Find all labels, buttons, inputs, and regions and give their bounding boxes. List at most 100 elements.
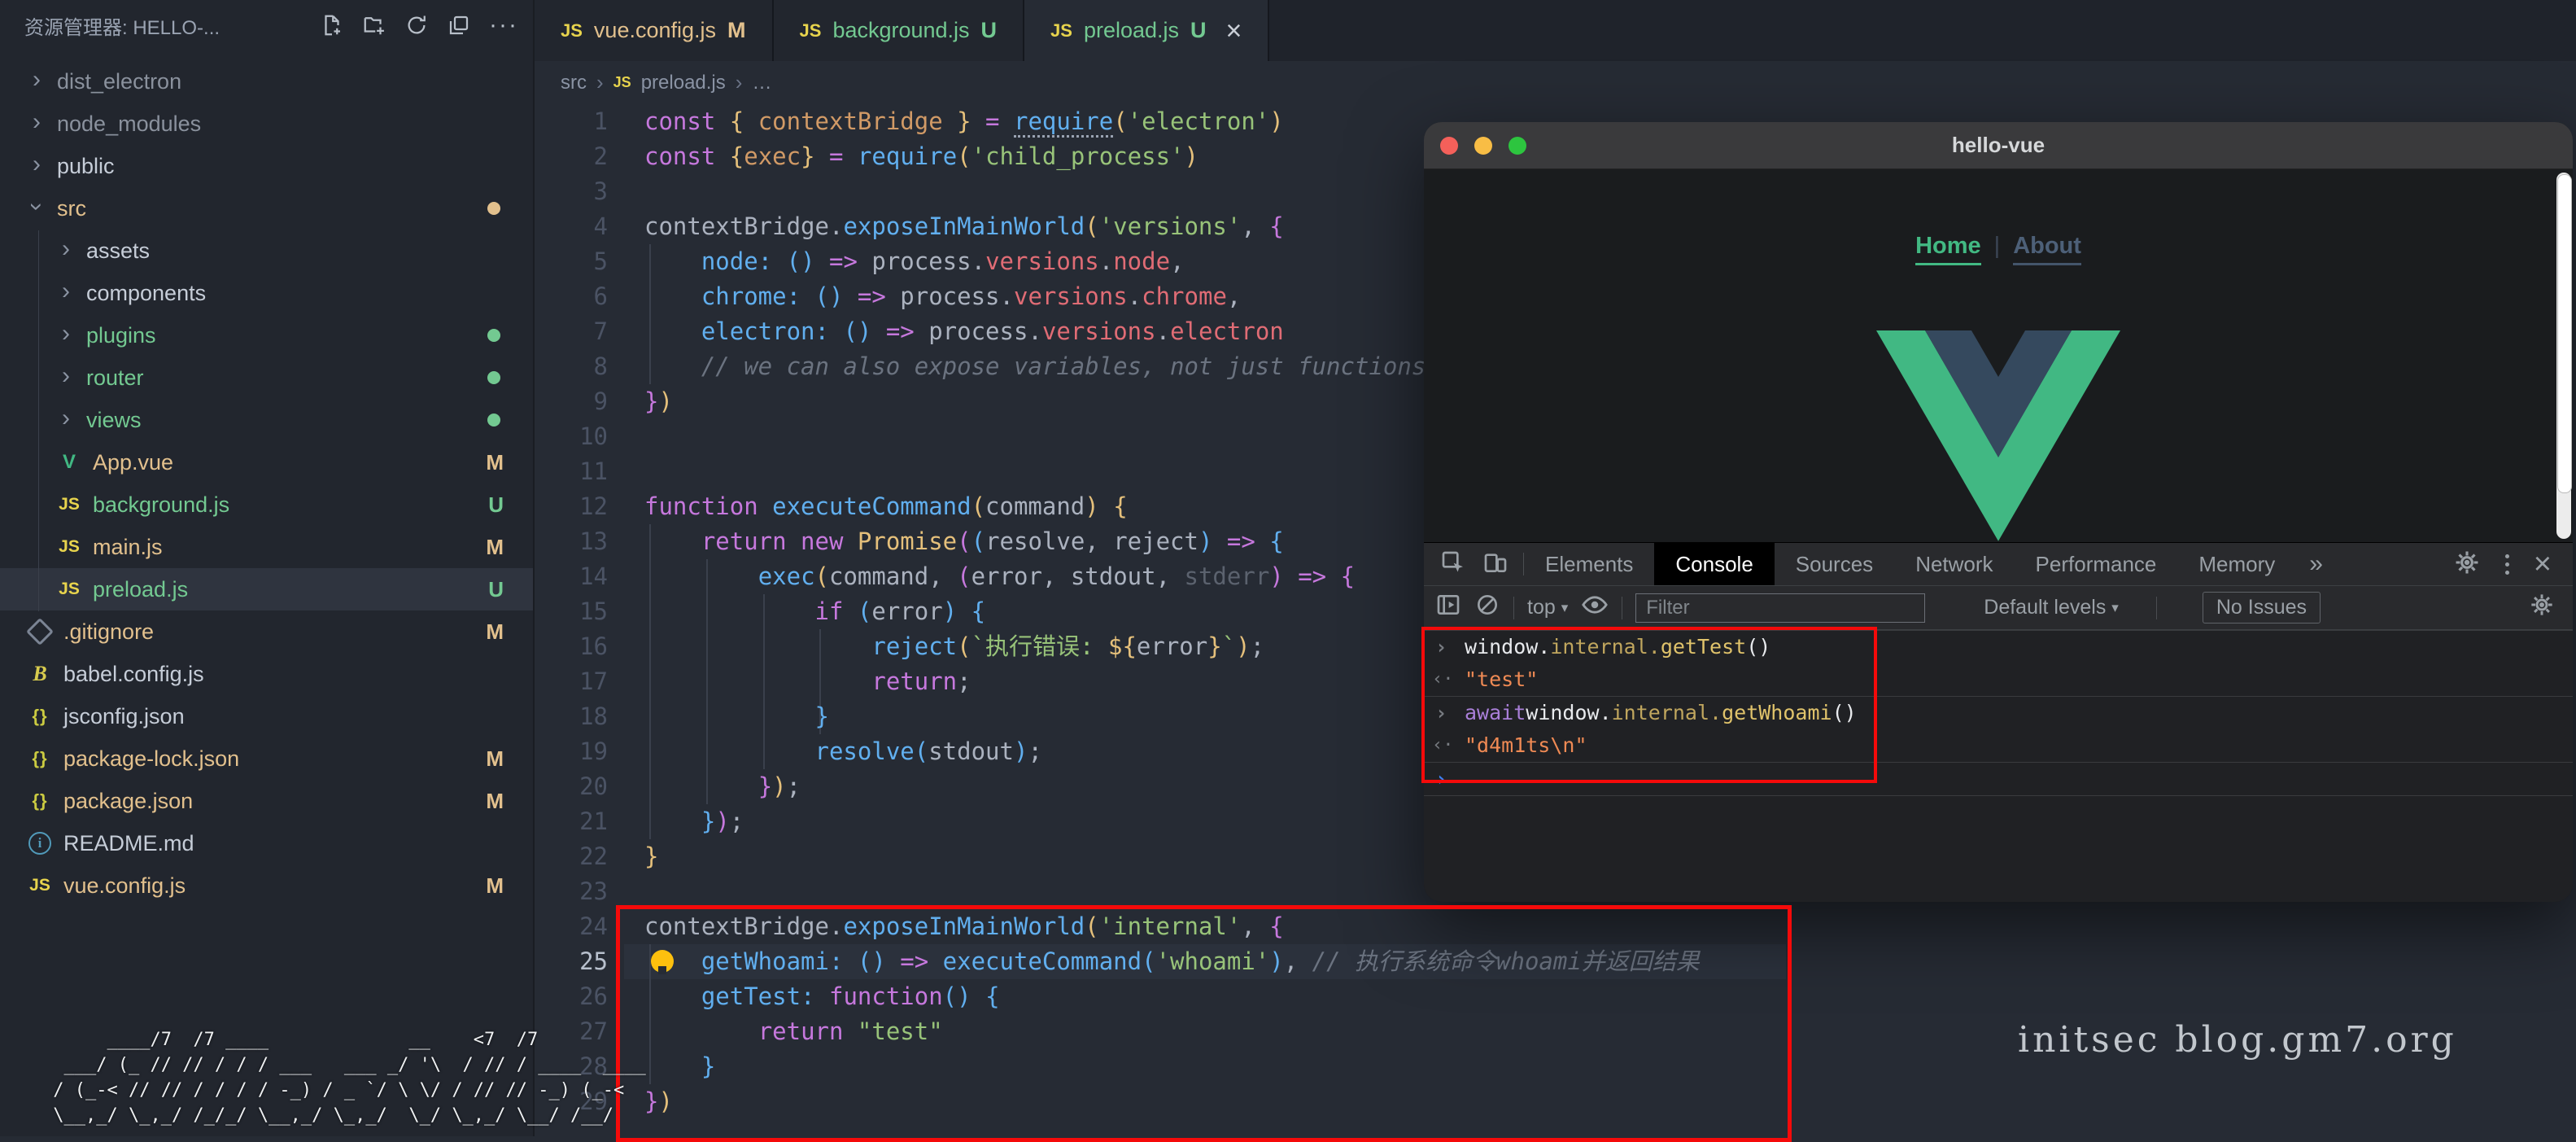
code-text: return; [644,664,971,699]
device-toolbar-icon[interactable] [1482,549,1508,580]
eye-icon[interactable] [1581,591,1609,624]
breadcrumb-file[interactable]: preload.js [641,72,726,94]
json-icon: {} [32,790,47,812]
devtools-tab-memory[interactable]: Memory [2177,543,2296,585]
console-sidebar-icon[interactable] [1435,592,1461,624]
code-token: ( [815,562,829,590]
babel-file-icon: B [24,662,55,686]
devtools-close-icon[interactable]: × [2534,549,2552,580]
code-token: versions [985,247,1099,275]
inspect-element-icon[interactable] [1440,549,1466,580]
tree-item-components[interactable]: ›components [0,272,533,314]
nav-link-about[interactable]: About [2013,233,2081,265]
git-status-badge: M [486,619,504,645]
devtools-tab-console[interactable]: Console [1654,543,1774,585]
tree-item-preload.js[interactable]: JSpreload.jsU [0,568,533,610]
nav-link-home[interactable]: Home [1915,233,1981,265]
app-nav: Home | About [1424,169,2573,265]
devtools-tab-sources[interactable]: Sources [1775,543,1894,585]
devtools-menu-icon[interactable] [2505,554,2509,575]
tree-item-public[interactable]: ›public [0,145,533,187]
refresh-icon[interactable] [404,13,429,37]
window-titlebar[interactable]: hello-vue [1424,122,2573,169]
no-issues-badge[interactable]: No Issues [2203,592,2321,624]
code-token: stdout [928,737,1014,765]
tree-item-main.js[interactable]: JSmain.jsM [0,526,533,568]
code-token: () [843,317,871,345]
breadcrumb-symbol[interactable]: … [752,72,771,94]
code-token: const [644,107,730,135]
tree-indent-guide [38,230,39,611]
page-scrollbar-thumb[interactable] [2557,174,2572,493]
tree-item-babel.config.js[interactable]: Bbabel.config.js [0,653,533,695]
window-title: hello-vue [1424,133,2573,158]
tree-item-node_modules[interactable]: ›node_modules [0,103,533,145]
breadcrumb-folder[interactable]: src [561,72,587,94]
code-token: . [1128,282,1142,310]
code-token: contextBridge [758,107,943,135]
code-token: error, stdout, [971,562,1185,590]
git-status-badge: M [486,789,504,814]
clear-console-icon[interactable] [1474,592,1500,624]
tree-item-dist_electron[interactable]: ›dist_electron [0,60,533,103]
tree-item-label: public [57,154,115,179]
line-number: 17 [535,664,608,699]
devtools-settings-icon[interactable] [2453,549,2481,580]
collapse-folders-icon[interactable] [447,13,471,37]
chevron-right-icon: › [54,405,78,432]
tree-item-jsconfig.json[interactable]: {}jsconfig.json [0,695,533,737]
code-token: ( [971,492,985,520]
tree-item-package.json[interactable]: {}package.jsonM [0,780,533,822]
code-token: ) [658,387,672,415]
editor-tab-vue.config.js[interactable]: JSvue.config.jsM [535,0,774,61]
editor-tab-background.js[interactable]: JSbackground.jsU [774,0,1025,61]
line-number: 14 [535,559,608,594]
editor-tab-preload.js[interactable]: JSpreload.jsU× [1024,0,1269,61]
more-actions-icon[interactable]: ··· [489,17,518,33]
tree-item-label: node_modules [57,112,201,137]
tree-item-.gitignore[interactable]: .gitignoreM [0,610,533,653]
code-text: function executeCommand(command) { [644,489,1128,524]
code-token: function [644,492,772,520]
devtools-tab-elements[interactable]: Elements [1524,543,1654,585]
tab-label: vue.config.js [594,18,716,43]
tree-item-README.md[interactable]: iREADME.md [0,822,533,864]
console-filter-input[interactable] [1635,593,1925,623]
code-token: stderr [1185,562,1270,590]
git-file-icon [24,622,55,641]
code-token: Promise [858,527,957,555]
tree-item-src[interactable]: ›src [0,187,533,230]
code-token: command [985,492,1085,520]
tree-item-router[interactable]: ›router [0,357,533,399]
code-token: versions [1042,317,1156,345]
more-tabs-icon[interactable]: » [2296,543,2336,585]
code-token: return [871,667,957,695]
log-levels-dropdown[interactable]: Default levels ▾ [1984,596,2119,619]
code-token: { [730,107,758,135]
tree-item-vue.config.js[interactable]: JSvue.config.jsM [0,864,533,907]
devtools-tab-network[interactable]: Network [1894,543,2014,585]
page-scrollbar[interactable] [2556,173,2571,539]
context-selector[interactable]: top ▾ [1527,596,1568,619]
git-status-badge: M [486,535,504,560]
console-settings-icon[interactable] [2529,592,2555,624]
code-token: require [1014,107,1113,138]
chevron-right-icon: › [54,320,78,348]
new-file-icon[interactable] [320,13,344,37]
tree-item-background.js[interactable]: JSbackground.jsU [0,483,533,526]
devtools-tab-performance[interactable]: Performance [2015,543,2178,585]
tree-item-label: babel.config.js [63,662,204,687]
line-number: 1 [535,104,608,139]
nav-divider: | [1994,233,2001,265]
editor-tab-bar: JSvue.config.jsMJSbackground.jsUJSpreloa… [535,0,2576,61]
tree-item-App.vue[interactable]: VApp.vueM [0,441,533,483]
breadcrumb[interactable]: src › JS preload.js › … [535,61,2576,104]
tree-item-package-lock.json[interactable]: {}package-lock.jsonM [0,737,533,780]
tree-item-plugins[interactable]: ›plugins [0,314,533,357]
new-folder-icon[interactable] [362,13,386,37]
close-icon[interactable]: × [1226,17,1242,45]
git-status-badge: U [488,577,504,602]
code-token: ( [957,142,971,170]
tree-item-views[interactable]: ›views [0,399,533,441]
tree-item-assets[interactable]: ›assets [0,230,533,272]
